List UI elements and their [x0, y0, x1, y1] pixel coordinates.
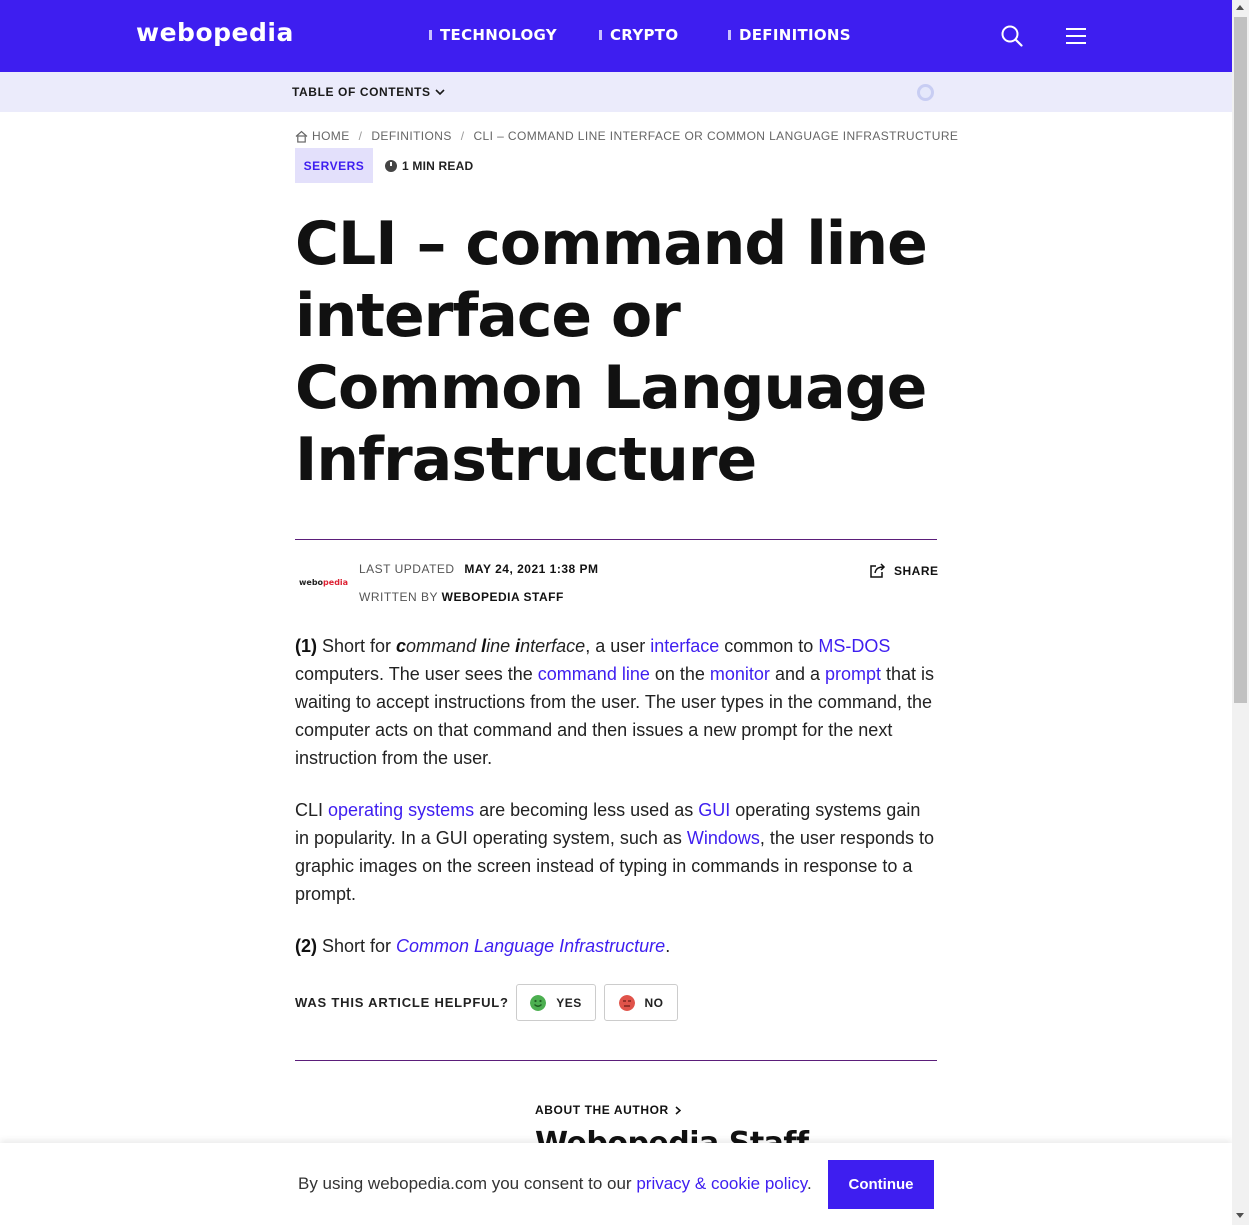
home-icon	[295, 130, 308, 143]
link-interface[interactable]: interface	[650, 636, 719, 656]
share-label: SHARE	[894, 563, 939, 578]
nav-marker-icon	[728, 30, 731, 40]
breadcrumb-separator: /	[358, 129, 363, 143]
written-by-author[interactable]: WEBOPEDIA STAFF	[442, 590, 564, 604]
author-logo-text-b: pedia	[323, 578, 349, 587]
nav-label: TECHNOLOGY	[440, 26, 557, 44]
reading-progress-indicator	[917, 84, 934, 101]
nav-marker-icon	[429, 30, 432, 40]
link-operating-systems[interactable]: operating systems	[328, 800, 474, 820]
scroll-down-arrow-icon[interactable]	[1236, 1213, 1244, 1218]
read-time-label: 1 MIN READ	[402, 159, 474, 173]
scroll-up-arrow-icon[interactable]	[1236, 5, 1244, 10]
text: CLI	[295, 800, 329, 820]
nav-crypto[interactable]: CRYPTO	[599, 26, 678, 44]
table-of-contents-bar: TABLE OF CONTENTS	[0, 72, 1232, 112]
article-paragraph-1: (1) Short for command line interface, a …	[295, 632, 935, 772]
text: ine	[486, 636, 516, 656]
author-logo: webopedia	[299, 578, 348, 587]
text: Short for	[317, 936, 397, 956]
text: By using webopedia.com you consent to ou…	[298, 1174, 637, 1193]
text: ommand	[406, 636, 482, 656]
breadcrumb-definitions[interactable]: DEFINITIONS	[371, 129, 451, 143]
category-tag[interactable]: SERVERS	[295, 148, 373, 183]
toc-label: TABLE OF CONTENTS	[292, 85, 431, 99]
about-the-author-link[interactable]: ABOUT THE AUTHOR	[535, 1103, 681, 1117]
text: computers. The user sees the	[295, 664, 538, 684]
text: c	[396, 636, 407, 656]
text: , a user	[585, 636, 651, 656]
cookie-consent-text: By using webopedia.com you consent to ou…	[298, 1174, 812, 1194]
breadcrumb-home[interactable]: HOME	[295, 129, 350, 143]
link-command-line[interactable]: command line	[538, 664, 650, 684]
frowning-face-icon	[618, 994, 635, 1011]
last-updated: LAST UPDATED MAY 24, 2021 1:38 PM	[359, 562, 599, 576]
divider	[295, 1060, 937, 1061]
text: common to	[719, 636, 819, 656]
feedback-no-label: NO	[644, 995, 664, 1010]
text: on the	[649, 664, 710, 684]
text: .	[807, 1174, 812, 1193]
about-the-author-label: ABOUT THE AUTHOR	[535, 1103, 669, 1117]
nav-marker-icon	[599, 30, 602, 40]
last-updated-value: MAY 24, 2021 1:38 PM	[464, 562, 599, 576]
nav-definitions[interactable]: DEFINITIONS	[728, 26, 851, 44]
feedback-yes-button[interactable]: YES	[516, 984, 596, 1021]
nav-label: CRYPTO	[610, 26, 679, 44]
link-ms-dos[interactable]: MS-DOS	[818, 636, 890, 656]
cookie-consent-banner: By using webopedia.com you consent to ou…	[0, 1143, 1232, 1225]
article-paragraph-3: (2) Short for Common Language Infrastruc…	[295, 932, 935, 960]
breadcrumb-current: CLI – COMMAND LINE INTERFACE OR COMMON L…	[473, 129, 959, 143]
link-prompt[interactable]: prompt	[825, 664, 881, 684]
written-by-label: WRITTEN BY	[359, 590, 438, 604]
link-monitor[interactable]: monitor	[710, 664, 770, 684]
hamburger-menu-icon[interactable]	[1066, 27, 1086, 45]
feedback-no-button[interactable]: NO	[604, 984, 678, 1021]
link-windows[interactable]: Windows	[687, 828, 760, 848]
scrollbar-thumb[interactable]	[1234, 17, 1247, 703]
feedback-label: WAS THIS ARTICLE HELPFUL?	[295, 995, 509, 1010]
smiley-face-icon	[530, 994, 547, 1011]
breadcrumb: HOME / DEFINITIONS / CLI – COMMAND LINE …	[295, 129, 958, 143]
article-paragraph-2: CLI operating systems are becoming less …	[295, 796, 935, 908]
table-of-contents-toggle[interactable]: TABLE OF CONTENTS	[292, 85, 445, 99]
text: and a	[769, 664, 825, 684]
author-logo-text-a: webo	[299, 578, 324, 587]
chevron-down-icon	[435, 89, 445, 96]
breadcrumb-home-label: HOME	[312, 129, 350, 143]
text: nterface	[520, 636, 586, 656]
paragraph-number: (1)	[295, 636, 317, 656]
link-gui[interactable]: GUI	[698, 800, 730, 820]
text: Short for	[317, 636, 397, 656]
page-title: CLI – command line interface or Common L…	[295, 209, 928, 495]
breadcrumb-separator: /	[460, 129, 465, 143]
vertical-scrollbar[interactable]	[1232, 0, 1249, 1225]
paragraph-number: (2)	[295, 936, 317, 956]
site-logo[interactable]: webopedia	[136, 18, 294, 47]
read-time: 1 MIN READ	[385, 159, 473, 173]
top-navigation-bar: webopedia TECHNOLOGY CRYPTO DEFINITIONS	[0, 0, 1232, 72]
link-common-language-infrastructure[interactable]: Common Language Infrastructure	[396, 936, 665, 956]
last-updated-label: LAST UPDATED	[359, 562, 455, 576]
share-icon	[870, 563, 886, 578]
privacy-cookie-policy-link[interactable]: privacy & cookie policy	[636, 1174, 807, 1193]
share-button[interactable]: SHARE	[870, 563, 939, 578]
clock-icon	[385, 160, 397, 172]
chevron-right-icon	[675, 1105, 681, 1115]
text: are becoming less used as	[474, 800, 699, 820]
cookie-continue-button[interactable]: Continue	[828, 1160, 934, 1209]
nav-technology[interactable]: TECHNOLOGY	[429, 26, 557, 44]
feedback-yes-label: YES	[556, 995, 582, 1010]
search-icon[interactable]	[1000, 24, 1024, 48]
divider	[295, 539, 937, 540]
nav-label: DEFINITIONS	[739, 26, 851, 44]
written-by: WRITTEN BY WEBOPEDIA STAFF	[359, 590, 564, 604]
text: .	[665, 936, 671, 956]
